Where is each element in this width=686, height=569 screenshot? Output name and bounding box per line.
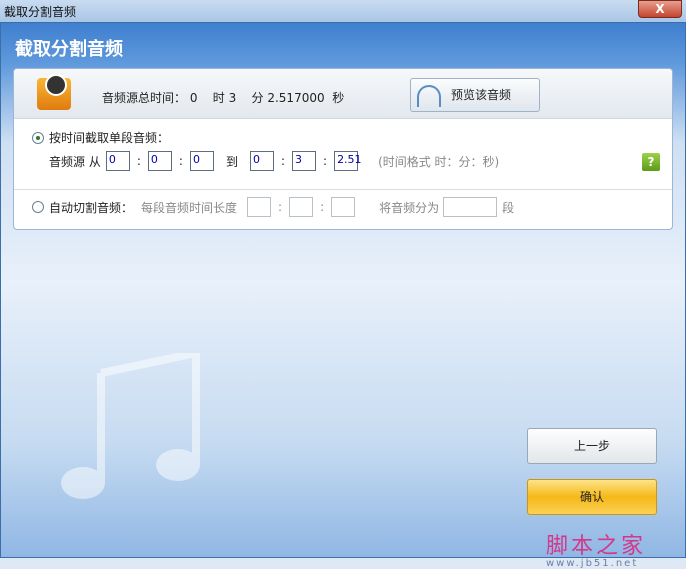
divider	[14, 189, 672, 190]
preview-label: 预览该音频	[451, 88, 512, 102]
minutes-value: 3	[228, 91, 237, 105]
colon: :	[323, 154, 328, 168]
segment-minutes-input[interactable]	[289, 197, 314, 217]
preview-audio-button[interactable]: 预览该音频	[410, 78, 540, 112]
to-minutes-input[interactable]: 3	[292, 151, 317, 171]
hours-unit: 时	[212, 91, 225, 105]
from-minutes-input[interactable]: 0	[147, 151, 172, 171]
window-title: 截取分割音频	[4, 5, 77, 19]
single-mode-radio[interactable]	[32, 131, 44, 144]
single-mode-label[interactable]: 按时间截取单段音频：	[49, 129, 169, 146]
time-range-row: 音频源 从 0 : 0 : 0 到 0 : 3 : 2.51 (时间格式 时：分…	[14, 151, 672, 171]
music-note-icon	[61, 353, 200, 499]
time-format-hint: (时间格式 时：分：秒)	[378, 154, 500, 169]
hours-value: 0	[189, 91, 198, 105]
auto-mode-radio[interactable]	[32, 201, 44, 213]
segment-unit-label: 段	[502, 200, 515, 215]
video-icon	[37, 74, 71, 110]
dialog-body: 截取分割音频 音频源总时间： 0 时 3 分 2.517000 秒 预览该音频 …	[0, 22, 686, 569]
headphones-icon	[417, 85, 441, 107]
auto-mode-row: 自动切割音频： 每段音频时间长度 : : 将音频分为 段	[14, 197, 672, 217]
seconds-unit: 秒	[332, 91, 345, 105]
source-label: 音频源	[49, 154, 86, 169]
to-hours-input[interactable]: 0	[249, 151, 274, 171]
minutes-unit: 分	[251, 91, 264, 105]
from-label: 从	[88, 154, 101, 169]
back-button[interactable]: 上一步	[527, 428, 657, 464]
colon: :	[280, 154, 286, 168]
watermark-text: 脚本之家	[546, 534, 647, 559]
settings-panel: 音频源总时间： 0 时 3 分 2.517000 秒 预览该音频 按时间截取单段…	[13, 68, 673, 230]
info-bar: 音频源总时间： 0 时 3 分 2.517000 秒 预览该音频	[14, 69, 672, 119]
segment-count-input[interactable]	[443, 197, 498, 217]
close-button[interactable]: X	[638, 0, 682, 18]
title-bar: 截取分割音频 X	[0, 0, 686, 22]
single-mode-row: 按时间截取单段音频：	[14, 129, 672, 146]
segment-hours-input[interactable]	[247, 197, 272, 217]
from-hours-input[interactable]: 0	[105, 151, 130, 171]
colon: :	[136, 154, 141, 168]
page-title: 截取分割音频	[15, 39, 123, 60]
help-icon[interactable]: ?	[642, 153, 660, 171]
from-seconds-input[interactable]: 0	[189, 151, 214, 171]
segment-length-label: 每段音频时间长度	[141, 200, 238, 215]
total-time: 音频源总时间： 0 时 3 分 2.517000 秒	[102, 89, 344, 106]
watermark-url: www.jb51.net	[546, 558, 639, 569]
split-count-label: 将音频分为	[379, 200, 440, 215]
segment-seconds-input[interactable]	[331, 197, 356, 217]
auto-mode-label[interactable]: 自动切割音频：	[49, 199, 133, 216]
to-seconds-input[interactable]: 2.51	[334, 151, 362, 171]
colon: :	[178, 154, 183, 168]
confirm-button[interactable]: 确认	[527, 479, 657, 515]
colon: :	[278, 200, 283, 214]
colon: :	[320, 200, 325, 214]
total-time-label: 音频源总时间：	[102, 91, 187, 105]
to-label: 到	[225, 154, 238, 169]
seconds-value: 2.517000	[267, 91, 325, 105]
